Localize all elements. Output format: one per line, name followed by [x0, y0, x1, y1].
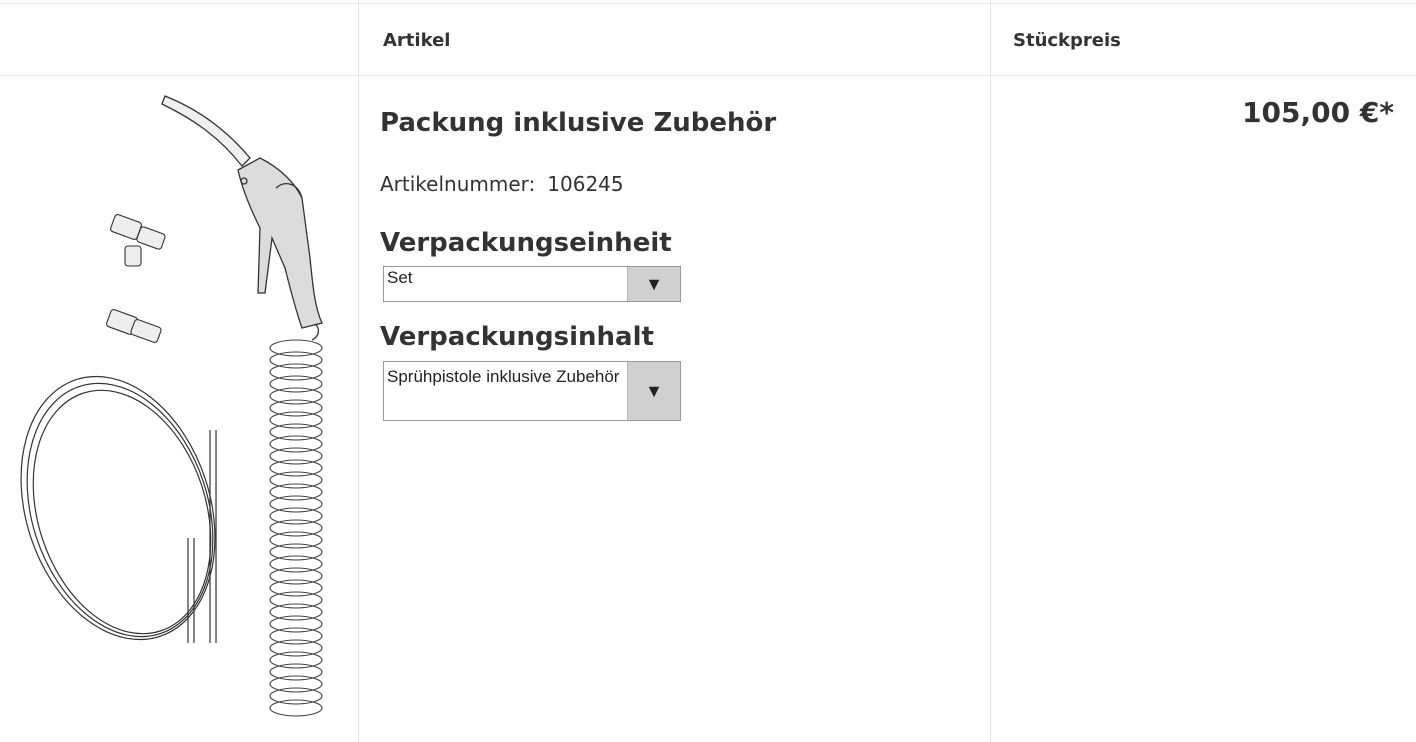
- packaging-unit-heading: Verpackungseinheit: [380, 228, 672, 258]
- chevron-down-icon[interactable]: ▼: [627, 362, 680, 420]
- spray-gun-kit-image[interactable]: [10, 88, 350, 738]
- article-number-value: 106245: [547, 172, 624, 196]
- packaging-unit-select[interactable]: Set ▼: [383, 266, 681, 302]
- header-article: Artikel: [383, 30, 451, 51]
- product-title[interactable]: Packung inklusive Zubehör: [380, 108, 776, 138]
- chevron-down-icon[interactable]: ▼: [627, 267, 680, 301]
- article-number-row: Artikelnummer: 106245: [380, 172, 624, 196]
- article-number-label: Artikelnummer:: [380, 172, 536, 196]
- packaging-content-heading: Verpackungsinhalt: [380, 322, 654, 352]
- packaging-unit-value: Set: [387, 268, 413, 287]
- column-divider: [358, 0, 359, 742]
- header-unit-price: Stückpreis: [1013, 30, 1121, 51]
- column-divider: [990, 0, 991, 742]
- unit-price: 105,00 €*: [1242, 96, 1394, 129]
- header-divider: [0, 75, 1416, 76]
- packaging-content-select[interactable]: Sprühpistole inklusive Zubehör ▼: [383, 361, 681, 421]
- table-top-border: [0, 3, 1416, 4]
- cart-table: Artikel Stückpreis Packung inklusive Zub…: [0, 0, 1416, 742]
- packaging-content-value: Sprühpistole inklusive Zubehör: [387, 367, 620, 386]
